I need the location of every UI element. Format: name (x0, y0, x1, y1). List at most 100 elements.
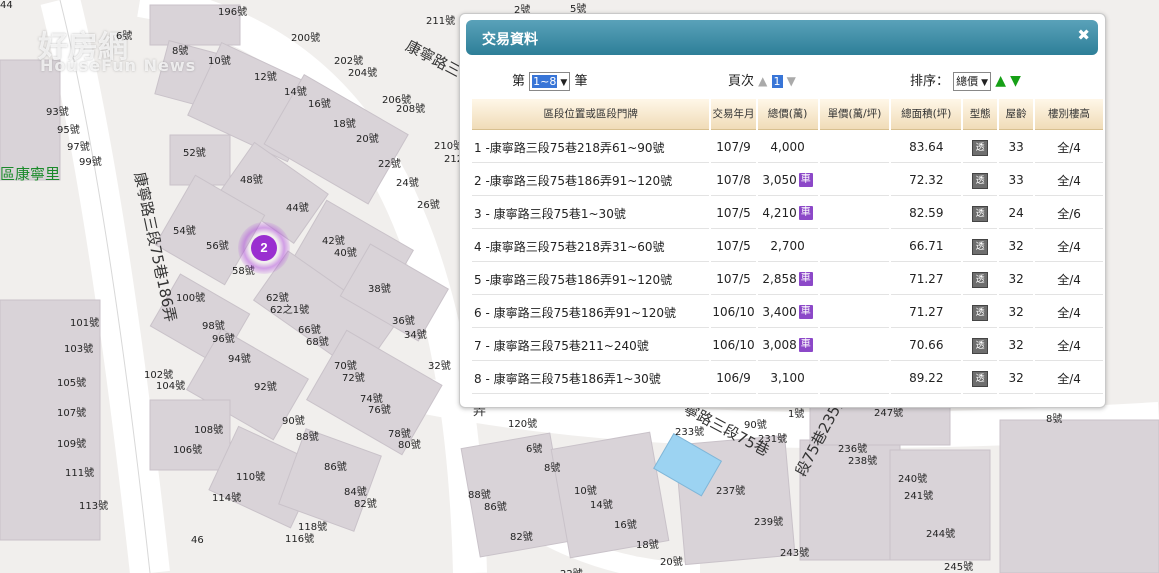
cell-area: 83.64 (891, 132, 962, 163)
cell-date: 106/9 (711, 363, 756, 394)
house-number-label: 90號 (744, 420, 767, 431)
cell-unit-price (819, 231, 890, 262)
close-icon[interactable]: ✖ (1077, 26, 1090, 44)
building-type-icon: 透 (972, 337, 989, 354)
page-prev-icon[interactable]: ▲ (758, 74, 767, 88)
house-number-label: 245號 (944, 562, 974, 573)
house-number-label: 208號 (396, 104, 426, 115)
price-value: 3,100 (770, 371, 805, 385)
house-number-label: 20號 (660, 557, 683, 568)
cell-age: 33 (999, 132, 1034, 163)
house-number-label: 120號 (508, 419, 538, 430)
cell-date: 106/10 (711, 330, 756, 361)
house-number-label: 88號 (296, 432, 319, 443)
house-number-label: 110號 (236, 472, 266, 483)
page-number[interactable]: 1 (771, 75, 783, 88)
cell-address: 8 - 康寧路三段75巷186弄1~30號 (472, 363, 710, 394)
house-number-label: 24號 (396, 178, 419, 189)
cell-address: 5 -康寧路三段75巷186弄91~120號 (472, 264, 710, 295)
cell-price: 3,100 (757, 363, 818, 394)
price-value: 2,700 (770, 239, 805, 253)
col-unit-price[interactable]: 單價(萬/坪) (819, 99, 890, 130)
house-number-label: 204號 (348, 68, 378, 79)
house-number-label: 238號 (848, 456, 878, 467)
table-row[interactable]: 4 -康寧路三段75巷218弄31~60號 107/5 2,700 66.71 透 32 全… (472, 231, 1103, 262)
house-number-label: 101號 (70, 318, 100, 329)
house-number-label: 54號 (173, 226, 196, 237)
house-number-label: 8號 (172, 46, 189, 57)
cell-address: 2 -康寧路三段75巷186弄91~120號 (472, 165, 710, 196)
table-row[interactable]: 5 -康寧路三段75巷186弄91~120號 107/5 2,858 車 71.27 透 3… (472, 264, 1103, 295)
house-number-label: 211號 (426, 16, 456, 27)
cell-type: 透 (963, 231, 998, 262)
house-number-label: 8號 (1046, 414, 1063, 425)
house-number-label: 243號 (780, 548, 810, 559)
record-range-prefix: 第 (512, 74, 526, 89)
cell-area: 71.27 (891, 297, 962, 328)
table-row[interactable]: 2 -康寧路三段75巷186弄91~120號 107/8 3,050 車 72.32 透 3… (472, 165, 1103, 196)
chevron-down-icon: ▼ (981, 78, 989, 88)
table-row[interactable]: 3 - 康寧路三段75巷1~30號 107/5 4,210 車 82.59 透 24 全/6 (472, 198, 1103, 229)
house-number-label: 40號 (334, 248, 357, 259)
parking-badge: 車 (798, 305, 813, 320)
cell-type: 透 (963, 363, 998, 394)
sort-control: 排序： 總價 ▼ ▲ ▼ (910, 70, 1021, 91)
house-number-label: 10號 (574, 486, 597, 497)
col-age[interactable]: 屋齡 (999, 99, 1034, 130)
col-address[interactable]: 區段位置或區段門牌 (472, 99, 710, 130)
table-row[interactable]: 8 - 康寧路三段75巷186弄1~30號 106/9 3,100 89.22 透 32 全… (472, 363, 1103, 394)
house-number-label: 90號 (282, 416, 305, 427)
record-range-select[interactable]: 1~8 ▼ (529, 72, 571, 91)
page-next-icon[interactable]: ▼ (787, 74, 796, 88)
house-number-label: 26號 (417, 200, 440, 211)
cluster-marker[interactable]: 2 (251, 235, 277, 261)
house-number-label: 18號 (636, 540, 659, 551)
house-number-label: 56號 (206, 241, 229, 252)
house-number-label: 200號 (291, 33, 321, 44)
col-date[interactable]: 交易年月 (711, 99, 756, 130)
house-number-label: 34號 (404, 330, 427, 341)
col-price[interactable]: 總價(萬) (757, 99, 818, 130)
cell-floor: 全/4 (1035, 363, 1103, 394)
cell-date: 107/5 (711, 264, 756, 295)
sort-value: 總價 (956, 75, 979, 88)
price-value: 4,000 (770, 140, 805, 154)
table-row[interactable]: 1 -康寧路三段75巷218弄61~90號 107/9 4,000 83.64 透 33 全… (472, 132, 1103, 163)
house-number-label: 62之1號 (270, 305, 310, 316)
table-row[interactable]: 6 - 康寧路三段75巷186弄91~120號 106/10 3,400 車 71.27… (472, 297, 1103, 328)
house-number-label: 196號 (218, 7, 248, 18)
house-number-label: 22號 (560, 565, 583, 573)
transaction-panel: 交易資料 ✖ 第 1~8 ▼ 筆 頁次 ▲ 1 ▼ 排序： 總價 ▼ ▲ ▼ 區段位… (459, 13, 1106, 408)
house-number-label: 48號 (240, 175, 263, 186)
house-number-label: 107號 (57, 408, 87, 419)
house-number-label: 14號 (284, 87, 307, 98)
house-number-label: 113號 (79, 501, 109, 512)
cell-unit-price (819, 165, 890, 196)
price-value: 3,008 (762, 337, 797, 352)
table-row[interactable]: 7 - 康寧路三段75巷211~240號 106/10 3,008 車 70.66 透 32… (472, 330, 1103, 361)
parking-badge: 車 (798, 206, 813, 221)
house-number-label: 103號 (64, 344, 94, 355)
col-floor[interactable]: 樓別樓高 (1035, 99, 1103, 130)
house-number-label: 8號 (544, 463, 561, 474)
page-label: 頁次 (728, 74, 755, 89)
col-type[interactable]: 型態 (963, 99, 998, 130)
sort-asc-icon[interactable]: ▲ (995, 73, 1006, 89)
parking-badge: 車 (798, 338, 813, 353)
col-area[interactable]: 總面積(坪) (891, 99, 962, 130)
cell-price: 4,000 (757, 132, 818, 163)
chevron-down-icon: ▼ (560, 78, 568, 88)
sort-select[interactable]: 總價 ▼ (953, 72, 992, 91)
cell-unit-price (819, 330, 890, 361)
cell-date: 107/5 (711, 198, 756, 229)
house-number-label: 82號 (510, 532, 533, 543)
house-number-label: 92號 (254, 382, 277, 393)
house-number-label: 109號 (57, 439, 87, 450)
price-value: 3,400 (762, 304, 797, 319)
table-header-row: 區段位置或區段門牌 交易年月 總價(萬) 單價(萬/坪) 總面積(坪) 型態 屋… (472, 99, 1103, 130)
cell-age: 32 (999, 231, 1034, 262)
cell-unit-price (819, 297, 890, 328)
cell-address: 1 -康寧路三段75巷218弄61~90號 (472, 132, 710, 163)
price-value: 4,210 (762, 205, 797, 220)
sort-desc-icon[interactable]: ▼ (1010, 73, 1021, 89)
